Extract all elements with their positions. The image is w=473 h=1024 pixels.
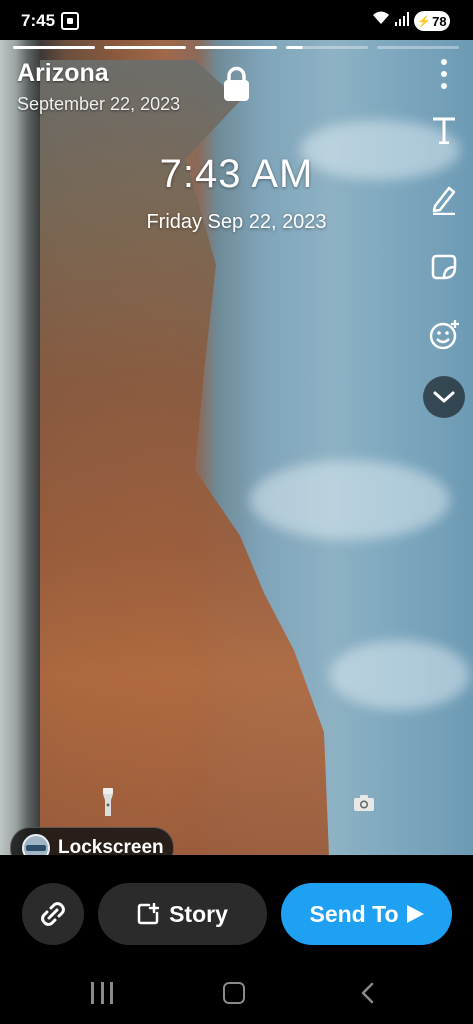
send-to-button[interactable]: Send To: [281, 883, 452, 945]
lockscreen-chip[interactable]: Lockscreen: [10, 827, 174, 855]
send-button-label: Send To: [309, 900, 399, 927]
sticker-icon[interactable]: [424, 247, 464, 287]
flashlight-icon: [103, 788, 113, 816]
avatar: [22, 834, 50, 855]
lockscreen-date: Friday Sep 22, 2023: [146, 211, 327, 233]
battery-indicator: ⚡ 78: [414, 11, 450, 31]
attach-link-button[interactable]: [22, 883, 84, 945]
camera-icon: [354, 795, 374, 811]
chevron-down-icon: [433, 391, 455, 403]
action-bar: Story Send To: [0, 855, 473, 970]
text-tool-icon[interactable]: [424, 110, 464, 150]
story-progress-segment: [286, 46, 368, 49]
lock-icon[interactable]: [223, 66, 250, 102]
story-title: Arizona: [17, 59, 109, 87]
story-button-label: Story: [169, 900, 228, 927]
back-icon[interactable]: [360, 982, 374, 1004]
emoji-lens-icon[interactable]: [424, 315, 464, 355]
snap-preview[interactable]: Arizona September 22, 2023 7:43 AM Frida…: [0, 40, 473, 855]
story-progress-segment: [13, 46, 95, 49]
status-time: 7:45: [21, 11, 56, 30]
chip-label: Lockscreen: [58, 837, 164, 855]
system-nav-bar: [0, 970, 473, 1024]
story-add-icon: [137, 903, 160, 925]
add-to-story-button[interactable]: Story: [98, 883, 267, 945]
story-progress-segment: [377, 46, 459, 49]
story-progress-segment: [195, 46, 277, 49]
pencil-draw-icon[interactable]: [424, 180, 464, 220]
collapse-toolbar-button[interactable]: [423, 376, 465, 418]
cloud: [330, 640, 470, 710]
screen-record-icon: [61, 12, 79, 30]
status-bar: 7:45 ⚡ 78: [0, 0, 473, 40]
lockscreen-clock: 7:43 AM: [159, 152, 314, 196]
signal-icon: [395, 12, 409, 26]
link-icon: [41, 902, 65, 926]
send-arrow-icon: [406, 905, 424, 923]
cloud: [250, 460, 450, 540]
home-icon[interactable]: [223, 982, 245, 1004]
story-date: September 22, 2023: [17, 94, 181, 114]
story-progress-segment: [104, 46, 186, 49]
recents-icon[interactable]: [91, 982, 113, 1004]
more-options-icon[interactable]: [424, 54, 464, 94]
battery-level: 78: [432, 13, 447, 29]
wifi-icon: [372, 10, 390, 30]
charging-icon: ⚡: [417, 15, 432, 28]
